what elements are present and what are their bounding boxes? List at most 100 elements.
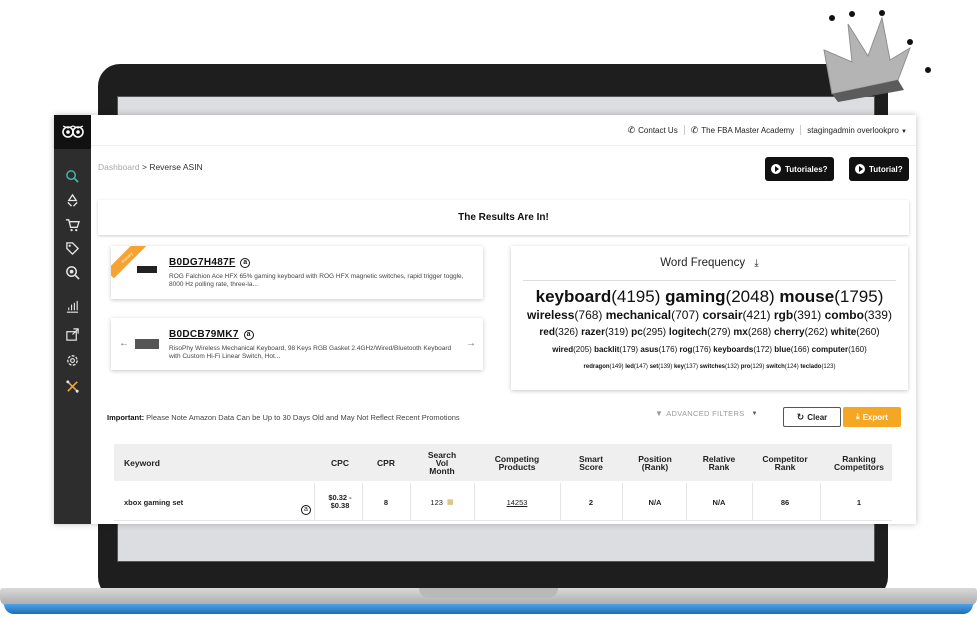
column-divider	[362, 483, 363, 521]
col-competing-products[interactable]: Competing Products	[477, 444, 557, 481]
recycle-icon[interactable]	[54, 189, 91, 211]
caret-down-icon: ▼	[901, 128, 907, 135]
word-frequency-title: Word Frequency ⤓	[511, 257, 908, 269]
word-frequency-count: (421)	[742, 308, 771, 322]
word-frequency-row: red(326) razer(319) pc(295) logitech(279…	[511, 327, 908, 338]
word-frequency-count: (172)	[753, 345, 773, 354]
asin-card-secondary[interactable]: ← B0DCB79MK7 a RisoPhy Wireless Mechanica…	[111, 318, 483, 370]
word-frequency-count: (176)	[658, 345, 678, 354]
clear-button[interactable]: ↻ Clear	[783, 407, 841, 427]
word-frequency-count: (1795)	[834, 287, 884, 306]
arrow-left-icon[interactable]: ←	[119, 338, 129, 349]
word-frequency-word: mx	[733, 327, 748, 338]
academy-link[interactable]: ✆ The FBA Master Academy	[685, 125, 800, 136]
notice-text: Please Note Amazon Data Can be Up to 30 …	[144, 413, 460, 422]
tutoriales-button[interactable]: Tutoriales?	[765, 157, 834, 181]
crown-icon	[823, 10, 931, 102]
column-divider	[410, 483, 411, 521]
asin-code[interactable]: B0DCB79MK7 a	[169, 329, 254, 340]
phone-icon: ✆	[690, 124, 699, 135]
col-cpr[interactable]: CPR	[366, 444, 406, 481]
tools-icon[interactable]	[54, 375, 91, 397]
breadcrumb-current: Reverse ASIN	[149, 162, 203, 172]
sidebar	[54, 115, 91, 524]
col-competitor-rank[interactable]: Competitor Rank	[754, 444, 816, 481]
cell-competing-products[interactable]: 14253	[477, 483, 557, 521]
filter-icon: ▼	[655, 409, 664, 418]
bar-chart-icon[interactable]	[54, 295, 91, 317]
chart-icon[interactable]: ▦	[447, 498, 454, 506]
user-name: stagingadmin overlookpro	[807, 125, 899, 135]
table-row[interactable]: xbox gaming set a $0.32 - $0.38 8 123 ▦ …	[114, 483, 892, 521]
academy-label: The FBA Master Academy	[701, 125, 795, 135]
tutorial-button[interactable]: Tutorial?	[849, 157, 909, 181]
results-title: The Results Are In!	[458, 212, 549, 223]
tutoriales-label: Tutoriales?	[785, 164, 828, 174]
col-keyword[interactable]: Keyword	[124, 444, 304, 481]
word-frequency-count: (262)	[804, 327, 828, 338]
word-frequency-word: cherry	[774, 327, 805, 338]
asin-code[interactable]: B0DG7H487F a	[169, 257, 251, 268]
play-icon	[771, 164, 781, 174]
refresh-icon: ↻	[796, 411, 805, 422]
divider	[523, 280, 896, 281]
download-icon[interactable]: ⤓	[754, 258, 758, 269]
amazon-icon[interactable]: a	[300, 491, 312, 524]
cell-search-volume: 123 ▦	[414, 483, 470, 521]
word-frequency-word: pc	[631, 327, 643, 338]
owl-logo-icon[interactable]	[54, 115, 91, 149]
word-frequency-count: (707)	[671, 308, 700, 322]
user-menu[interactable]: stagingadmin overlookpro ▼	[801, 126, 907, 135]
word-frequency-row: redragon(149) led(147) set(139) key(137)…	[511, 364, 908, 370]
word-frequency-count: (268)	[747, 327, 772, 338]
word-frequency-word: switches	[699, 364, 726, 370]
word-frequency-row: wired(205) backlit(179) asus(176) rog(17…	[511, 345, 908, 354]
col-smart-label: Score	[579, 461, 603, 472]
col-smart-score[interactable]: Smart Score	[562, 444, 620, 481]
amazon-icon[interactable]: a	[243, 330, 254, 340]
primary-ribbon: Primary	[111, 246, 148, 279]
col-ranking-competitors[interactable]: Ranking Competitors	[826, 444, 892, 481]
col-position-rank[interactable]: Position (Rank)	[624, 444, 686, 481]
word-frequency-word: red	[539, 327, 555, 338]
word-frequency-count: (179)	[619, 345, 639, 354]
top-bar: ✆ Contact Us ✆ The FBA Master Academy st…	[91, 115, 916, 146]
col-relative-rank[interactable]: Relative Rank	[688, 444, 750, 481]
main-content: ✆ Contact Us ✆ The FBA Master Academy st…	[91, 115, 916, 524]
cell-ranking-competitors: 1	[856, 497, 862, 507]
word-frequency-word: wired	[552, 345, 574, 354]
cart-icon[interactable]	[54, 213, 91, 235]
word-frequency-word: switch	[766, 364, 785, 370]
breadcrumb-dashboard[interactable]: Dashboard	[98, 162, 140, 172]
tutorial-label: Tutorial?	[869, 164, 903, 174]
arrow-right-icon[interactable]: →	[466, 338, 476, 349]
search-volume-value: 123	[430, 497, 443, 507]
cell-keyword: xbox gaming set	[124, 497, 184, 507]
cell-cpr: 8	[383, 497, 389, 507]
word-frequency-row: wireless(768) mechanical(707) corsair(42…	[511, 308, 908, 322]
advanced-filters-toggle[interactable]: ▼ ADVANCED FILTERS ▼	[655, 409, 758, 418]
col-relative-label: Rank	[708, 461, 730, 472]
col-cpc[interactable]: CPC	[320, 444, 360, 481]
price-tag-icon[interactable]	[54, 237, 91, 259]
word-frequency-count: (205)	[573, 345, 592, 354]
contact-link[interactable]: ✆ Contact Us	[622, 125, 684, 136]
word-frequency-word: computer	[811, 345, 849, 354]
col-search-volume[interactable]: Search Vol Month	[414, 444, 470, 481]
column-divider	[622, 483, 623, 521]
word-frequency-count: (2048)	[725, 287, 775, 306]
export-button[interactable]: ⤓ Export	[843, 407, 901, 427]
col-competing-label: Products	[498, 461, 536, 472]
word-frequency-count: (166)	[790, 345, 810, 354]
word-frequency-count: (132)	[725, 364, 740, 370]
box-chart-icon[interactable]	[54, 323, 91, 345]
amazon-icon[interactable]: a	[240, 258, 251, 268]
phone-icon: ✆	[627, 124, 636, 135]
word-frequency-count: (147)	[633, 364, 648, 370]
search-icon[interactable]	[54, 261, 91, 283]
cell-cpc: $0.32 - $0.38	[320, 483, 360, 521]
word-frequency-word: asus	[640, 345, 659, 354]
reverse-asin-icon[interactable]	[54, 165, 91, 187]
asin-card-primary[interactable]: Primary B0DG7H487F a ROG Falchion Ace HFX…	[111, 246, 483, 299]
settings-icon[interactable]	[54, 349, 91, 371]
